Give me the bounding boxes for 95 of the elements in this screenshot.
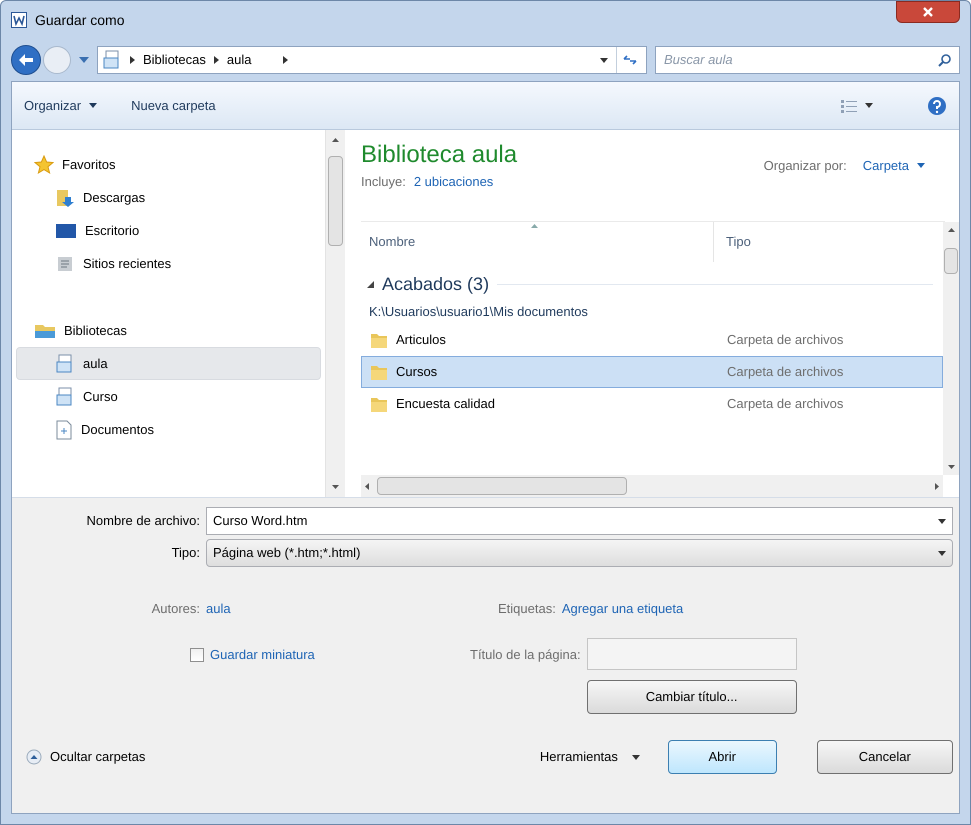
list-view-icon [841,98,857,112]
scroll-right-icon [935,482,939,490]
group-title: Acabados (3) [382,272,490,296]
nav-item[interactable]: Curso [16,380,321,413]
scrollbar-thumb[interactable] [377,477,627,495]
field-label: Tipo: [170,544,201,562]
folder-icon [370,331,388,349]
toolbar-button[interactable]: Organizar [24,96,98,116]
caret-icon [600,58,608,62]
scrollbar-thumb[interactable] [328,156,343,246]
group-path: K:\Usuarios\usuario1\Mis documentos [368,303,589,321]
refresh-icon [622,55,636,65]
authors-link[interactable]: aula [206,599,498,619]
file-row[interactable]: Articulos Carpeta de archivos [361,324,943,356]
caret-icon [917,163,925,168]
file-row[interactable]: Encuesta calidad Carpeta de archivos [361,388,943,420]
scrollbar[interactable] [325,130,345,497]
change-title-button[interactable]: Cambiar título... [586,680,797,714]
file-type: Carpeta de archivos [726,331,844,350]
scrollbar-thumb[interactable] [944,248,958,274]
library-title: Biblioteca aula [361,140,518,170]
address-bar[interactable]: Bibliotecas aula [97,46,647,74]
history-caret-icon [79,57,89,63]
nav-item[interactable]: aula [16,347,321,380]
arrange-dropdown[interactable]: Carpeta [862,156,925,176]
tools-button[interactable]: Herramientas [540,747,640,767]
includes-label: Incluye: [361,173,406,191]
breadcrumb-item[interactable]: Bibliotecas [143,50,206,70]
nav-item[interactable]: Escritorio [16,214,321,247]
nav-item[interactable]: Documentos [16,413,321,446]
column-header[interactable]: Tipo [714,222,943,262]
page-title-label: Título de la página: [470,646,582,664]
file-row[interactable]: Cursos Carpeta de archivos [361,356,943,388]
column-header[interactable]: Nombre [361,222,714,262]
close-button[interactable] [896,1,960,23]
file-name-field[interactable]: Curso Word.htm [206,507,953,535]
scrollbar[interactable] [361,475,943,497]
tags-link[interactable]: Agregar una etiqueta [562,599,684,619]
nav-group-header[interactable]: Bibliotecas [12,314,325,347]
search-icon [938,54,951,66]
chevron-icon [130,56,135,64]
nav-item[interactable]: Descargas [16,181,321,214]
file-name: Encuesta calidad [396,395,496,414]
search-input[interactable]: Buscar aula [664,50,938,70]
document-icon [55,420,73,440]
scroll-down-icon [332,485,339,489]
scroll-left-icon [365,482,369,490]
expanded-triangle-icon [367,280,374,288]
close-icon [923,7,933,17]
nav-item[interactable]: Sitios recientes [16,247,321,280]
file-type: Carpeta de archivos [726,395,844,414]
monitor-icon [55,222,77,240]
open-button[interactable]: Abrir [668,740,777,774]
scrollbar[interactable] [943,222,959,475]
folder-icon [55,188,75,208]
view-button[interactable] [841,98,873,112]
group-header-row[interactable]: Acabados (3) [361,268,943,300]
back-arrow-icon [18,53,34,67]
tags-label: Etiquetas: [498,600,557,618]
scroll-up-icon [332,138,339,142]
caret-icon [938,550,946,556]
hide-folders-button[interactable]: Ocultar carpetas [26,747,540,767]
star-icon [34,154,54,174]
help-icon [927,96,947,116]
authors-label: Autores: [150,600,201,618]
word-app-icon [11,12,27,28]
back-button[interactable] [11,45,41,75]
chevron-icon [283,56,288,64]
checkbox-label[interactable]: Guardar miniatura [210,645,315,665]
scroll-down-icon [948,465,954,469]
scroll-up-icon [948,228,954,232]
search-field[interactable]: Buscar aula [655,46,960,74]
arrange-by-label: Organizar por: [764,157,847,175]
breadcrumb-item[interactable]: aula [226,50,252,70]
file-type: Carpeta de archivos [726,363,844,382]
page-title-field[interactable] [586,638,797,670]
caret-icon [938,518,946,524]
folder-icon [370,395,388,413]
chevron-icon [214,56,219,64]
file-name: Articulos [396,331,446,350]
checkbox[interactable] [190,648,204,662]
file-name: Cursos [396,363,438,382]
cancel-button[interactable]: Cancelar [816,740,953,774]
window-title: Guardar como [35,10,124,30]
file-type-dropdown[interactable]: Página web (*.htm;*.html) [206,539,953,567]
sort-arrow-icon [531,224,538,228]
caret-icon [632,754,640,760]
folder-icon [370,363,388,381]
locations-link[interactable]: 2 ubicaciones [414,172,494,192]
caret-icon [89,103,98,108]
toolbar-button[interactable]: Nueva carpeta [131,96,216,116]
caret-icon [865,103,873,108]
field-label: Nombre de archivo: [86,512,201,530]
collapse-up-icon [26,749,42,765]
nav-group-header[interactable]: Favoritos [12,148,325,181]
